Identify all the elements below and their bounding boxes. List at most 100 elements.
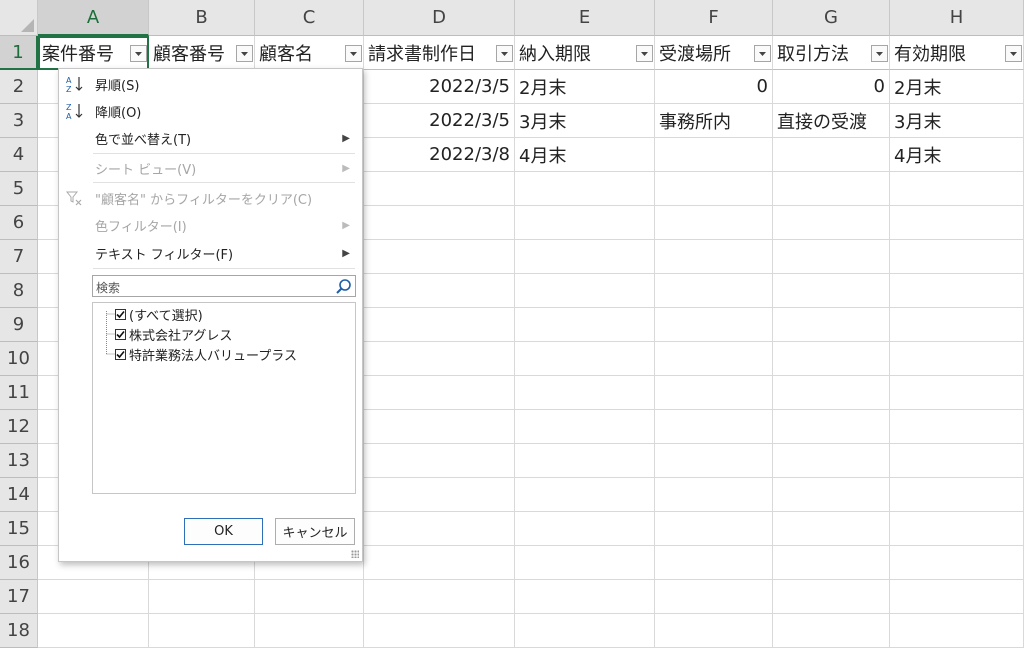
cell-F14[interactable]	[655, 478, 773, 512]
column-header-F[interactable]: F	[655, 0, 773, 36]
cell-F15[interactable]	[655, 512, 773, 546]
cell-G18[interactable]	[773, 614, 890, 648]
cell-D9[interactable]	[364, 308, 515, 342]
cell-G16[interactable]	[773, 546, 890, 580]
cell-E15[interactable]	[515, 512, 655, 546]
cell-E3[interactable]: 3月末	[515, 104, 655, 138]
select-all-corner[interactable]	[0, 0, 38, 36]
filter-dropdown-button[interactable]	[1005, 45, 1022, 62]
cell-E18[interactable]	[515, 614, 655, 648]
cell-A18[interactable]	[38, 614, 149, 648]
cell-D15[interactable]	[364, 512, 515, 546]
cell-H3[interactable]: 3月末	[890, 104, 1024, 138]
cell-H2[interactable]: 2月末	[890, 70, 1024, 104]
cell-G2[interactable]: 0	[773, 70, 890, 104]
row-header-18[interactable]: 18	[0, 614, 38, 648]
cell-H13[interactable]	[890, 444, 1024, 478]
header-cell-C[interactable]: 顧客名	[255, 36, 364, 70]
cell-E8[interactable]	[515, 274, 655, 308]
sort-ascending-item[interactable]: AZ 昇順(S)	[59, 71, 362, 97]
row-header-8[interactable]: 8	[0, 274, 38, 308]
cell-E7[interactable]	[515, 240, 655, 274]
row-header-2[interactable]: 2	[0, 70, 38, 104]
cell-H14[interactable]	[890, 478, 1024, 512]
cell-E6[interactable]	[515, 206, 655, 240]
cancel-button[interactable]: キャンセル	[275, 518, 355, 545]
column-header-C[interactable]: C	[255, 0, 364, 36]
cell-D8[interactable]	[364, 274, 515, 308]
row-header-6[interactable]: 6	[0, 206, 38, 240]
header-cell-E[interactable]: 納入期限	[515, 36, 655, 70]
row-header-15[interactable]: 15	[0, 512, 38, 546]
cell-F4[interactable]	[655, 138, 773, 172]
cell-F9[interactable]	[655, 308, 773, 342]
cell-F17[interactable]	[655, 580, 773, 614]
cell-H10[interactable]	[890, 342, 1024, 376]
filter-dropdown-button[interactable]	[130, 45, 147, 62]
row-header-14[interactable]: 14	[0, 478, 38, 512]
filter-dropdown-button[interactable]	[345, 45, 362, 62]
row-header-4[interactable]: 4	[0, 138, 38, 172]
cell-C17[interactable]	[255, 580, 364, 614]
cell-C18[interactable]	[255, 614, 364, 648]
cell-D2[interactable]: 2022/3/5	[364, 70, 515, 104]
cell-D5[interactable]	[364, 172, 515, 206]
filter-item-select-all[interactable]: (すべて選択)	[115, 304, 203, 324]
header-cell-A[interactable]: 案件番号	[38, 36, 149, 70]
cell-D17[interactable]	[364, 580, 515, 614]
cell-F13[interactable]	[655, 444, 773, 478]
column-header-H[interactable]: H	[890, 0, 1024, 36]
column-header-E[interactable]: E	[515, 0, 655, 36]
row-header-9[interactable]: 9	[0, 308, 38, 342]
cell-D10[interactable]	[364, 342, 515, 376]
cell-D12[interactable]	[364, 410, 515, 444]
column-header-G[interactable]: G	[773, 0, 890, 36]
cell-G8[interactable]	[773, 274, 890, 308]
checkbox-checked-icon[interactable]	[115, 328, 126, 340]
cell-H5[interactable]	[890, 172, 1024, 206]
row-header-5[interactable]: 5	[0, 172, 38, 206]
filter-dropdown-button[interactable]	[496, 45, 513, 62]
cell-G13[interactable]	[773, 444, 890, 478]
sort-by-color-item[interactable]: 色で並べ替え(T) ▶	[59, 125, 362, 151]
ok-button[interactable]: OK	[184, 518, 263, 545]
row-header-3[interactable]: 3	[0, 104, 38, 138]
cell-E16[interactable]	[515, 546, 655, 580]
cell-H18[interactable]	[890, 614, 1024, 648]
row-header-10[interactable]: 10	[0, 342, 38, 376]
filter-dropdown-button[interactable]	[636, 45, 653, 62]
cell-E9[interactable]	[515, 308, 655, 342]
filter-dropdown-button[interactable]	[754, 45, 771, 62]
cell-H15[interactable]	[890, 512, 1024, 546]
cell-E2[interactable]: 2月末	[515, 70, 655, 104]
cell-D3[interactable]: 2022/3/5	[364, 104, 515, 138]
cell-G14[interactable]	[773, 478, 890, 512]
cell-D4[interactable]: 2022/3/8	[364, 138, 515, 172]
cell-D7[interactable]	[364, 240, 515, 274]
filter-search-input[interactable]: 検索	[92, 275, 356, 297]
header-cell-G[interactable]: 取引方法	[773, 36, 890, 70]
cell-G7[interactable]	[773, 240, 890, 274]
header-cell-H[interactable]: 有効期限	[890, 36, 1024, 70]
cell-B18[interactable]	[149, 614, 255, 648]
cell-H9[interactable]	[890, 308, 1024, 342]
cell-G4[interactable]	[773, 138, 890, 172]
filter-item-agres[interactable]: 株式会社アグレス	[115, 324, 232, 344]
sort-descending-item[interactable]: ZA 降順(O)	[59, 98, 362, 124]
cell-G6[interactable]	[773, 206, 890, 240]
cell-F8[interactable]	[655, 274, 773, 308]
cell-A17[interactable]	[38, 580, 149, 614]
cell-B17[interactable]	[149, 580, 255, 614]
cell-G11[interactable]	[773, 376, 890, 410]
cell-D6[interactable]	[364, 206, 515, 240]
cell-E5[interactable]	[515, 172, 655, 206]
header-cell-D[interactable]: 請求書制作日	[364, 36, 515, 70]
cell-D11[interactable]	[364, 376, 515, 410]
header-cell-B[interactable]: 顧客番号	[149, 36, 255, 70]
row-header-12[interactable]: 12	[0, 410, 38, 444]
cell-H17[interactable]	[890, 580, 1024, 614]
cell-H6[interactable]	[890, 206, 1024, 240]
cell-G5[interactable]	[773, 172, 890, 206]
row-header-11[interactable]: 11	[0, 376, 38, 410]
cell-D16[interactable]	[364, 546, 515, 580]
